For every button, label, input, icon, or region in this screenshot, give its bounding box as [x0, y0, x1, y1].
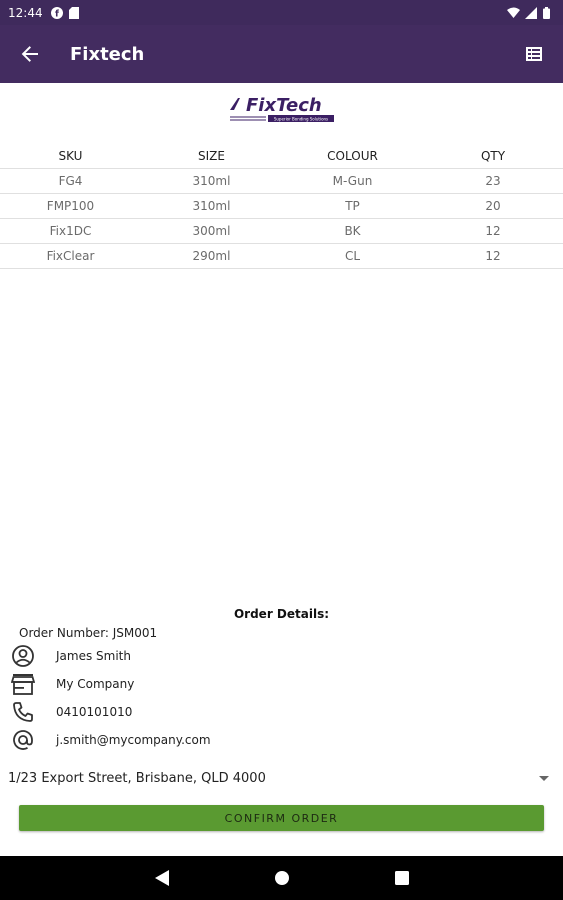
dropdown-arrow-icon [539, 771, 549, 786]
nav-home-icon [274, 871, 289, 885]
cell-qty: 20 [485, 199, 501, 213]
column-qty: QTY [480, 148, 506, 163]
table-row[interactable]: FMP100 310ml TP 20 [0, 194, 563, 219]
table-view-button[interactable] [505, 25, 563, 83]
f-icon: f [50, 6, 63, 19]
status-right-icons [507, 6, 555, 19]
cell-sku: FMP100 [46, 199, 95, 213]
table-row[interactable]: FG4 310ml M-Gun 23 [0, 169, 563, 194]
fixtech-logo: FixTech Superior Bonding Solutions [228, 92, 336, 126]
cell-qty: 12 [485, 249, 501, 263]
signal-icon [525, 6, 537, 19]
cell-sku: FixClear [46, 249, 95, 263]
order-table: SKU SIZE COLOUR QTY FG4 310ml M-Gun 23 F… [0, 143, 563, 269]
customer-email: j.smith@mycompany.com [56, 733, 211, 747]
cell-size: 300ml [192, 224, 231, 238]
screen: 12:44 f Fixtech FixTech Superior Bonding… [0, 0, 563, 900]
logo-tagline: Superior Bonding Solutions [274, 117, 328, 122]
table-header: SKU SIZE COLOUR QTY [0, 143, 563, 169]
nav-home-button[interactable] [252, 856, 312, 900]
nav-back-button[interactable] [132, 856, 192, 900]
nav-recents-icon [394, 871, 409, 885]
cell-qty: 23 [485, 174, 501, 188]
order-number: Order Number: JSM001 [19, 626, 158, 640]
status-bar: 12:44 f [0, 0, 563, 25]
column-sku: SKU [58, 148, 83, 163]
app-bar: Fixtech [0, 25, 563, 83]
store-icon [10, 671, 36, 697]
cell-colour: BK [344, 224, 361, 238]
detail-phone: 0410101010 [10, 699, 132, 725]
phone-icon [10, 699, 36, 725]
system-nav-bar [0, 856, 563, 900]
customer-phone: 0410101010 [56, 705, 133, 719]
column-colour: COLOUR [327, 148, 378, 163]
status-time: 12:44 [8, 5, 43, 20]
back-button[interactable] [0, 25, 64, 83]
detail-email: j.smith@mycompany.com [10, 727, 211, 753]
customer-company: My Company [56, 677, 135, 691]
detail-name: James Smith [10, 643, 131, 669]
cell-size: 310ml [192, 174, 231, 188]
sd-card-icon [68, 6, 81, 19]
column-size: SIZE [198, 148, 225, 163]
at-sign-icon [10, 727, 36, 753]
battery-icon [543, 6, 555, 19]
table-view-icon [526, 47, 542, 61]
cell-size: 290ml [192, 249, 231, 263]
address-select[interactable]: 1/23 Export Street, Brisbane, QLD 4000 [8, 766, 553, 790]
nav-back-icon [154, 870, 169, 886]
app-title: Fixtech [70, 43, 145, 65]
address-selected-value: 1/23 Export Street, Brisbane, QLD 4000 [8, 770, 266, 786]
logo-text: FixTech [246, 95, 322, 116]
cell-size: 310ml [192, 199, 231, 213]
arrow-back-icon [21, 46, 38, 62]
nav-recents-button[interactable] [372, 856, 432, 900]
account-circle-icon [10, 643, 36, 669]
cell-sku: FG4 [58, 174, 83, 188]
cell-colour: M-Gun [332, 174, 373, 188]
svg-text:f: f [55, 9, 59, 19]
cell-colour: TP [345, 199, 360, 213]
cell-sku: Fix1DC [49, 224, 92, 238]
wifi-icon [507, 7, 520, 19]
table-row[interactable]: Fix1DC 300ml BK 12 [0, 219, 563, 244]
table-row[interactable]: FixClear 290ml CL 12 [0, 244, 563, 269]
order-details-heading: Order Details: [233, 607, 330, 621]
confirm-order-button[interactable]: CONFIRM ORDER [19, 805, 544, 831]
detail-company: My Company [10, 671, 134, 697]
customer-name: James Smith [56, 649, 131, 663]
cell-qty: 12 [485, 224, 501, 238]
cell-colour: CL [344, 249, 361, 263]
